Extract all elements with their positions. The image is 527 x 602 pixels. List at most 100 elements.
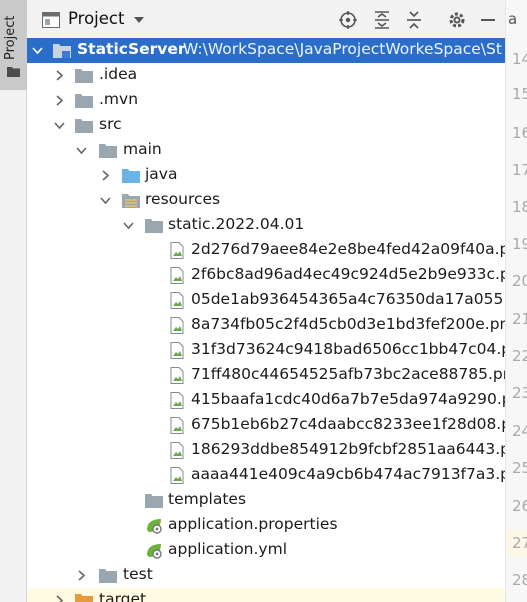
minimize-icon[interactable] xyxy=(478,10,498,30)
file-name: 2d276d79aee84e2e8be4fed42a09f40a.png xyxy=(191,240,505,258)
tree-node-application-properties[interactable]: application.properties xyxy=(27,513,505,538)
expand-all-icon[interactable] xyxy=(372,10,392,30)
folder-icon xyxy=(99,569,117,583)
line-number: 16 xyxy=(512,124,527,142)
image-file-icon xyxy=(170,242,184,259)
image-file-icon xyxy=(170,367,184,384)
line-number: 27 xyxy=(512,534,527,552)
file-name: aaaa441e409c4a9cb6b474ac7913f7a3.png xyxy=(191,465,505,483)
node-label: java xyxy=(145,165,178,183)
chevron-down-icon[interactable] xyxy=(132,14,146,26)
node-label: test xyxy=(123,565,153,583)
source-folder-icon xyxy=(122,169,140,183)
chevron-down-icon[interactable] xyxy=(75,144,88,157)
tree-node-file[interactable]: 8a734fb05c2f4d5cb0d3e1bd3fef200e.png xyxy=(27,313,505,338)
folder-icon xyxy=(145,219,163,233)
line-number: 22 xyxy=(512,347,527,365)
line-number: 20 xyxy=(512,272,527,290)
file-name: 675b1eb6b27c4daabcc8233ee1f28d08.png xyxy=(191,415,505,433)
tree-node-idea[interactable]: .idea xyxy=(27,63,505,88)
tree-node-resources[interactable]: resources xyxy=(27,188,505,213)
folder-icon xyxy=(75,69,93,83)
folder-icon xyxy=(75,119,93,133)
line-number: 17 xyxy=(512,161,527,179)
node-label: application.properties xyxy=(168,515,338,533)
tree-node-file[interactable]: 2d276d79aee84e2e8be4fed42a09f40a.png xyxy=(27,238,505,263)
tree-node-file[interactable]: 05de1ab936454365a4c76350da17a055.png xyxy=(27,288,505,313)
node-label: static.2022.04.01 xyxy=(168,215,305,233)
file-name: 05de1ab936454365a4c76350da17a055.png xyxy=(191,290,505,308)
chevron-right-icon[interactable] xyxy=(75,569,88,582)
line-number: 21 xyxy=(512,310,527,328)
tree-node-file[interactable]: 71ff480c44654525afb73bc2ace88785.png xyxy=(27,363,505,388)
node-label: application.yml xyxy=(168,540,288,558)
node-label: src xyxy=(99,115,122,133)
image-file-icon xyxy=(170,267,184,284)
image-file-icon xyxy=(170,467,184,484)
tree-node-file[interactable]: 675b1eb6b27c4daabcc8233ee1f28d08.png xyxy=(27,413,505,438)
side-tool-strip: Project xyxy=(0,0,27,602)
chevron-down-icon[interactable] xyxy=(31,44,44,57)
project-view-icon xyxy=(42,12,60,28)
tree-node-file[interactable]: 31f3d73624c9418bad6506cc1bb47c04.png xyxy=(27,338,505,363)
chevron-right-icon[interactable] xyxy=(99,169,112,182)
file-name: 415baafa1cdc40d6a7b7e5da974a9290.png xyxy=(191,390,505,408)
collapse-all-icon[interactable] xyxy=(404,10,424,30)
panel-title: Project xyxy=(68,9,125,28)
image-file-icon xyxy=(170,317,184,334)
chevron-down-icon[interactable] xyxy=(53,119,66,132)
chevron-right-icon[interactable] xyxy=(53,594,66,602)
gear-icon[interactable] xyxy=(447,10,467,30)
node-label: .mvn xyxy=(99,90,139,108)
line-number: 19 xyxy=(512,235,527,253)
line-number: 18 xyxy=(512,198,527,216)
tree-node-application-yml[interactable]: application.yml xyxy=(27,538,505,563)
tree-node-static-folder[interactable]: static.2022.04.01 xyxy=(27,213,505,238)
tree-node-templates[interactable]: templates xyxy=(27,488,505,513)
project-panel-header: Project xyxy=(27,0,505,40)
locate-icon[interactable] xyxy=(338,10,358,30)
tree-node-test[interactable]: test xyxy=(27,563,505,588)
node-label: templates xyxy=(168,490,247,508)
file-name: 71ff480c44654525afb73bc2ace88785.png xyxy=(191,365,505,383)
tree-node-target[interactable]: target xyxy=(27,588,505,602)
tree-node-java[interactable]: java xyxy=(27,163,505,188)
tree-node-file[interactable]: 2f6bc8ad96ad4ec49c924d5e2b9e933c.png xyxy=(27,263,505,288)
tree-node-file[interactable]: 186293ddbe854912b9fcbf2851aa6443.png xyxy=(27,438,505,463)
image-file-icon xyxy=(170,392,184,409)
line-number: 14 xyxy=(512,50,527,68)
tree-node-file[interactable]: aaaa441e409c4a9cb6b474ac7913f7a3.png xyxy=(27,463,505,488)
folder-icon xyxy=(99,144,117,158)
image-file-icon xyxy=(170,292,184,309)
editor-tab-fragment[interactable]: a xyxy=(508,10,517,28)
line-number: 24 xyxy=(512,422,527,440)
chevron-right-icon[interactable] xyxy=(53,94,66,107)
folder-icon xyxy=(145,494,163,508)
project-tree: StaticServer W:\WorkSpace\JavaProjectWor… xyxy=(27,38,505,602)
tree-node-main[interactable]: main xyxy=(27,138,505,163)
line-number: 25 xyxy=(512,459,527,477)
project-tool-tab-label: Project xyxy=(3,15,18,60)
line-number: 26 xyxy=(512,497,527,515)
chevron-right-icon[interactable] xyxy=(53,69,66,82)
tree-node-file[interactable]: 415baafa1cdc40d6a7b7e5da974a9290.png xyxy=(27,388,505,413)
image-file-icon xyxy=(170,442,184,459)
chevron-down-icon[interactable] xyxy=(99,194,112,207)
image-file-icon xyxy=(170,417,184,434)
tree-node-mvn[interactable]: .mvn xyxy=(27,88,505,113)
editor-gutter: a 14 15 16 17 18 19 20 21 22 23 24 25 26… xyxy=(505,0,527,602)
tree-node-root[interactable]: StaticServer W:\WorkSpace\JavaProjectWor… xyxy=(27,38,505,63)
file-name: 8a734fb05c2f4d5cb0d3e1bd3fef200e.png xyxy=(191,315,505,333)
folder-icon xyxy=(75,94,93,108)
node-label: main xyxy=(123,140,162,158)
project-tool-tab[interactable]: Project xyxy=(0,0,27,90)
line-number: 23 xyxy=(512,384,527,402)
tree-node-src[interactable]: src xyxy=(27,113,505,138)
chevron-down-icon[interactable] xyxy=(122,219,135,232)
file-name: 31f3d73624c9418bad6506cc1bb47c04.png xyxy=(191,340,505,358)
file-name: 2f6bc8ad96ad4ec49c924d5e2b9e933c.png xyxy=(191,265,505,283)
excluded-folder-icon xyxy=(75,594,93,602)
line-number: 15 xyxy=(512,85,527,103)
folder-icon xyxy=(7,67,20,77)
resources-folder-icon xyxy=(122,194,140,208)
